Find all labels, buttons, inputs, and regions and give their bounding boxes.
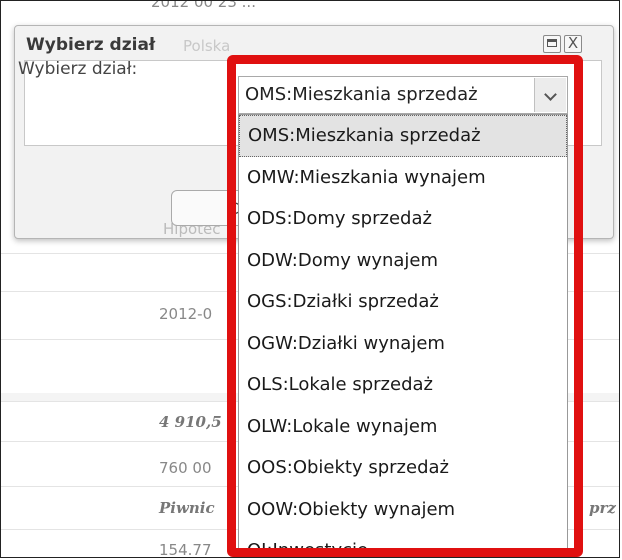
chevron-down-icon[interactable]	[534, 78, 566, 112]
dialog-title: Wybierz dział	[26, 35, 156, 55]
department-select-value: OMS:Mieszkania sprzedaż	[245, 84, 478, 105]
background-amount-bold: 4 910,5	[159, 413, 222, 431]
option-ols[interactable]: OLS:Lokale sprzedaż	[239, 364, 567, 406]
option-ogw[interactable]: OGW:Działki wynajem	[239, 323, 567, 365]
close-button[interactable]: X	[564, 35, 582, 53]
background-text: 2012 00 23 ...	[151, 0, 256, 11]
option-omw[interactable]: OMW:Mieszkania wynajem	[239, 157, 567, 199]
department-select[interactable]: OMS:Mieszkania sprzedaż	[238, 76, 568, 114]
background-date: 2012-0	[159, 305, 213, 323]
option-olw[interactable]: OLW:Lokale wynajem	[239, 406, 567, 448]
option-oow[interactable]: OOW:Obiekty wynajem	[239, 489, 567, 531]
department-options-list: OMS:Mieszkania sprzedaż OMW:Mieszkania w…	[238, 114, 568, 551]
option-ogs[interactable]: OGS:Działki sprzedaż	[239, 281, 567, 323]
background-text-through-title: Polska	[183, 37, 231, 55]
background-value: 154.77	[159, 541, 212, 558]
minimize-button[interactable]	[543, 35, 561, 53]
background-amount: 760 00	[159, 459, 212, 477]
option-oi[interactable]: OI:Inwestycje	[239, 530, 567, 550]
option-oms[interactable]: OMS:Mieszkania sprzedaż	[239, 115, 567, 157]
screenshot-frame: 2012 00 23 ... 2012-0 4 910,5 760 00 Piw…	[0, 0, 620, 558]
option-oos[interactable]: OOS:Obiekty sprzedaż	[239, 447, 567, 489]
option-odw[interactable]: ODW:Domy wynajem	[239, 240, 567, 282]
background-label-right: prz	[589, 499, 616, 517]
close-icon: X	[567, 34, 579, 52]
option-ods[interactable]: ODS:Domy sprzedaż	[239, 198, 567, 240]
department-field-label: Wybierz dział:	[18, 59, 138, 79]
background-label-left: Piwnic	[159, 499, 215, 517]
